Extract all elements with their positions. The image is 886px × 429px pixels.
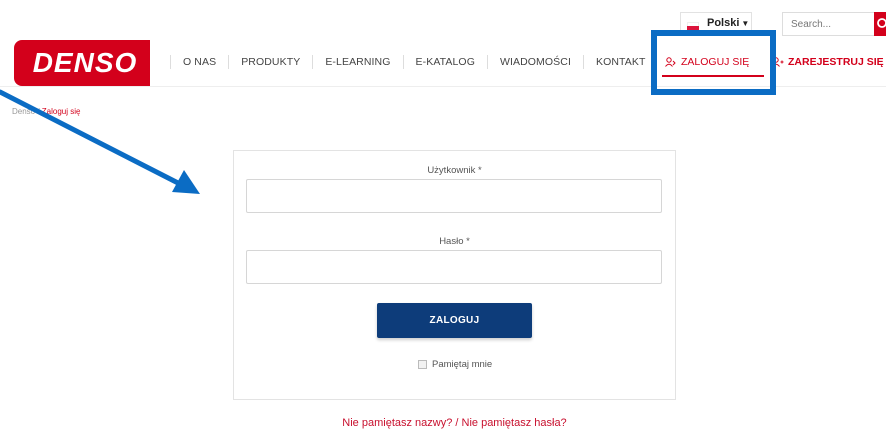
annotation-arrow-icon (0, 89, 200, 194)
